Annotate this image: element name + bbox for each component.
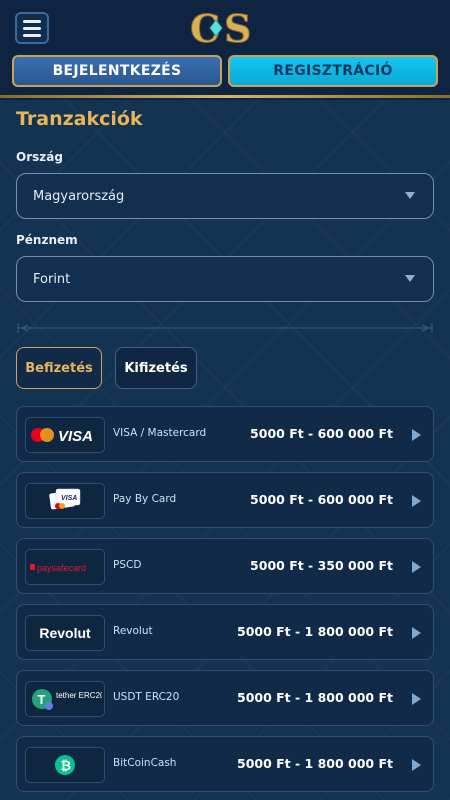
currency-label: Pénznem: [16, 233, 78, 247]
payment-range: 5000 Ft - 600 000 Ft: [250, 492, 393, 507]
svg-text:T: T: [38, 692, 46, 707]
visa-mastercard-icon: VISA: [31, 428, 93, 445]
payment-method-row[interactable]: paysafecard PSCD 5000 Ft - 350 000 Ft: [16, 538, 434, 594]
chevron-down-icon: [405, 192, 415, 199]
revolut-logo-text: Revolut: [39, 625, 91, 641]
currency-select[interactable]: Forint: [16, 256, 434, 302]
chevron-right-icon: [412, 693, 421, 705]
country-select[interactable]: Magyarország: [16, 173, 434, 219]
chevron-right-icon: [412, 627, 421, 639]
paysafecard-icon: paysafecard: [30, 563, 86, 573]
login-button[interactable]: BEJELENTKEZÉS: [12, 55, 222, 87]
bitcoincash-logo: ₿: [25, 747, 105, 783]
pay-by-card-logo: VISA: [25, 483, 105, 519]
tether-logo: T tether ERC20: [25, 681, 105, 717]
card-icon: VISA: [49, 488, 81, 510]
visa-mastercard-logo: VISA: [25, 417, 105, 453]
header-divider: [0, 95, 450, 98]
paysafecard-text: paysafecard: [37, 563, 86, 573]
payment-method-row[interactable]: Revolut Revolut 5000 Ft - 1 800 000 Ft: [16, 604, 434, 660]
payment-method-name: VISA / Mastercard: [113, 427, 207, 439]
menu-line-icon: [23, 33, 41, 37]
svg-text:₿: ₿: [61, 758, 72, 773]
card-logo-text: VISA: [61, 495, 77, 502]
payment-method-name: USDT ERC20: [113, 691, 180, 703]
page-title: Tranzakciók: [16, 108, 143, 130]
revolut-logo: Revolut: [25, 615, 105, 651]
payment-range: 5000 Ft - 1 800 000 Ft: [237, 624, 393, 639]
country-value: Magyarország: [33, 188, 125, 204]
tether-logo-text: tether ERC20: [56, 691, 102, 700]
payment-method-name: Pay By Card: [113, 493, 177, 505]
register-button[interactable]: REGISZTRÁCIÓ: [228, 55, 438, 87]
bitcoin-cash-icon: ₿: [55, 755, 75, 775]
payment-method-name: PSCD: [113, 559, 142, 571]
currency-value: Forint: [33, 271, 71, 287]
chevron-right-icon: [412, 561, 421, 573]
visa-logo-text: VISA: [58, 428, 93, 445]
payment-method-name: BitCoinCash: [113, 757, 177, 769]
tab-deposit[interactable]: Befizetés: [16, 347, 102, 389]
chevron-right-icon: [412, 759, 421, 771]
cs-logo[interactable]: C S: [186, 6, 264, 50]
payment-range: 5000 Ft - 350 000 Ft: [250, 558, 393, 573]
svg-text:S: S: [224, 6, 251, 50]
tab-withdraw[interactable]: Kifizetés: [115, 347, 197, 389]
payment-method-row[interactable]: VISA Pay By Card 5000 Ft - 600 000 Ft: [16, 472, 434, 528]
chevron-right-icon: [412, 495, 421, 507]
paysafecard-logo: paysafecard: [25, 549, 105, 585]
cs-logo-icon: C S: [190, 6, 252, 50]
payment-method-row[interactable]: ₿ BitCoinCash 5000 Ft - 1 800 000 Ft: [16, 736, 434, 792]
payment-method-row[interactable]: VISA VISA / Mastercard 5000 Ft - 600 000…: [16, 406, 434, 462]
menu-line-icon: [23, 19, 41, 23]
chevron-down-icon: [405, 275, 415, 282]
payment-range: 5000 Ft - 600 000 Ft: [250, 426, 393, 441]
menu-line-icon: [23, 26, 41, 30]
country-label: Ország: [16, 150, 63, 164]
payment-method-row[interactable]: T tether ERC20 USDT ERC20 5000 Ft - 1 80…: [16, 670, 434, 726]
ornamental-divider: [17, 323, 433, 333]
chevron-right-icon: [412, 429, 421, 441]
hamburger-menu-button[interactable]: [15, 12, 49, 44]
payment-method-name: Revolut: [113, 625, 153, 637]
payment-range: 5000 Ft - 1 800 000 Ft: [237, 690, 393, 705]
payment-range: 5000 Ft - 1 800 000 Ft: [237, 756, 393, 771]
top-header: C S BEJELENTKEZÉS REGISZTRÁCIÓ: [0, 0, 450, 100]
tether-icon: T tether ERC20: [32, 689, 102, 710]
